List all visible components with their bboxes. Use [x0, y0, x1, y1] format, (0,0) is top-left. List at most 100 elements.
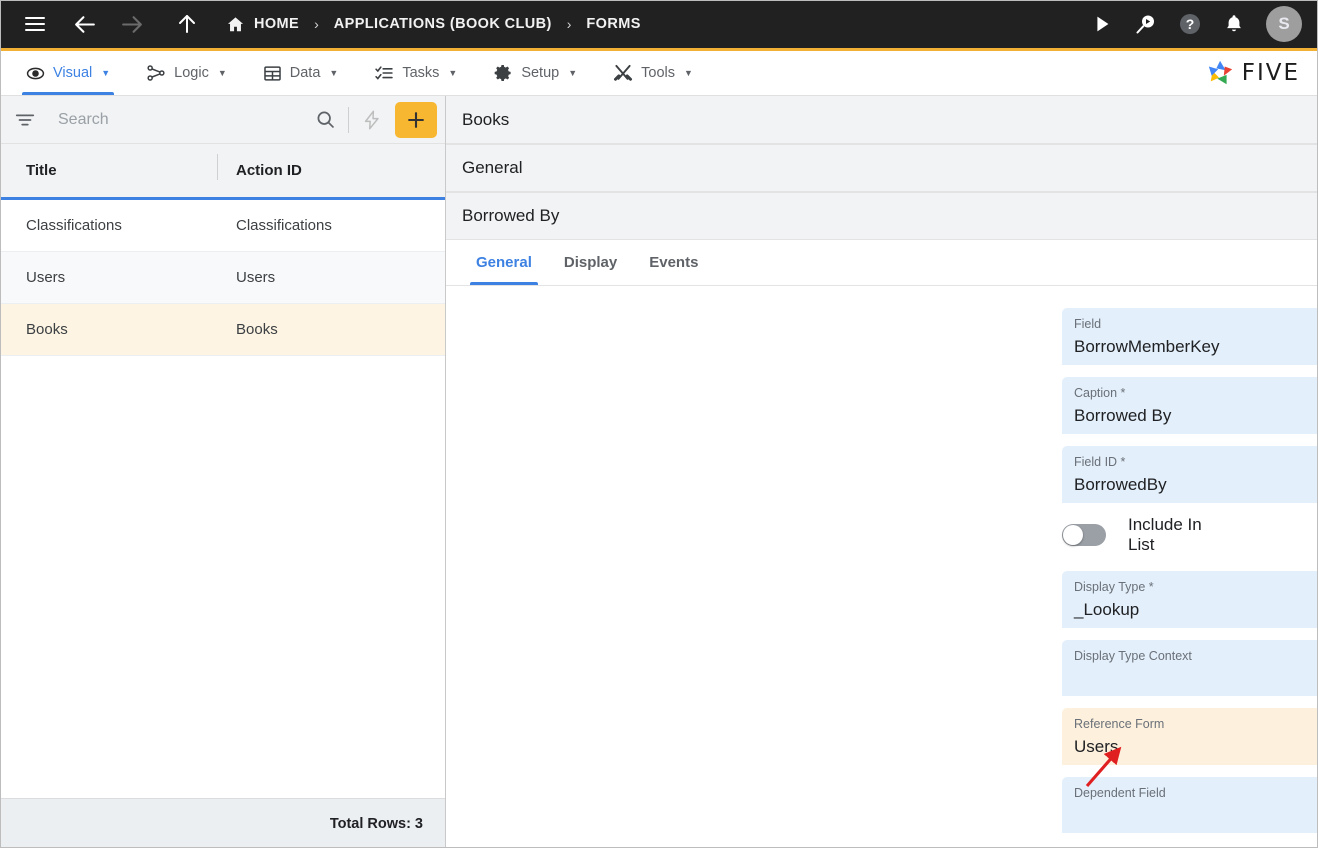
include-in-list-toggle[interactable]: [1062, 524, 1106, 546]
menu-label-logic: Logic: [174, 65, 209, 81]
tab-label-display: Display: [563, 254, 618, 271]
tab-display[interactable]: Display: [548, 240, 633, 285]
column-header-action-id[interactable]: Action ID: [218, 162, 302, 179]
panel-header-borrowed-by: Borrowed By: [446, 192, 1318, 240]
field-value: _Lookup: [1074, 600, 1140, 619]
menu-label-setup: Setup: [521, 65, 560, 81]
menu-label-tasks: Tasks: [402, 65, 440, 81]
five-logo-mark-icon: [1206, 59, 1236, 87]
eye-icon: [26, 64, 45, 83]
filter-icon[interactable]: [14, 109, 36, 131]
form-row-caption: Caption * Borrowed By ?: [446, 377, 1318, 434]
flow-nodes-icon: [146, 63, 166, 83]
panel-header-general: General: [446, 144, 1318, 192]
topbar-actions: ? S: [1082, 4, 1318, 44]
cell-action-id: Books: [236, 321, 278, 338]
checklist-icon: [374, 63, 394, 83]
form-scroll-area: Field BorrowMemberKey ?: [446, 286, 1318, 848]
table-row[interactable]: Users Users: [0, 252, 445, 304]
cell-title: Classifications: [26, 217, 122, 234]
back-arrow-icon[interactable]: [68, 7, 102, 41]
menu-label-data: Data: [289, 65, 321, 81]
search-toolbar: [0, 96, 445, 144]
add-button[interactable]: [395, 101, 437, 138]
breadcrumb-item-home[interactable]: HOME: [226, 15, 299, 34]
search-input[interactable]: [36, 110, 308, 129]
five-logo: FIVE: [1206, 51, 1318, 95]
chevron-down-icon: ▼: [217, 68, 227, 78]
notifications-bell-icon[interactable]: [1214, 4, 1254, 44]
tab-events[interactable]: Events: [633, 240, 714, 285]
column-header-title[interactable]: Title: [0, 154, 218, 180]
breadcrumb-label-home: HOME: [254, 16, 300, 32]
display-type-context-input[interactable]: Display Type Context: [1062, 640, 1318, 696]
field-id-input[interactable]: Field ID * BorrowedBy: [1062, 446, 1318, 503]
lightning-bolt-icon[interactable]: [355, 109, 389, 131]
menu-item-logic[interactable]: Logic ▼: [130, 51, 243, 95]
include-in-list-label: Include In List: [1128, 515, 1202, 554]
menu-item-visual[interactable]: Visual ▼: [10, 51, 126, 95]
menu-item-setup[interactable]: Setup ▼: [477, 51, 593, 95]
menu-item-data[interactable]: Data ▼: [247, 51, 355, 95]
field-label: Field ID *: [1074, 455, 1126, 469]
search-run-icon[interactable]: [1126, 4, 1166, 44]
chevron-down-icon: ▼: [101, 68, 111, 78]
table-row[interactable]: Classifications Classifications: [0, 200, 445, 252]
hamburger-menu-icon[interactable]: [18, 7, 52, 41]
tools-cross-icon: [613, 63, 633, 83]
table-row-selected[interactable]: Books Books: [0, 304, 445, 356]
main-body: Title Action ID Classifications Classifi…: [0, 96, 1318, 848]
up-arrow-icon[interactable]: [170, 7, 204, 41]
breadcrumb-separator: ›: [314, 16, 319, 32]
breadcrumb-item-applications[interactable]: APPLICATIONS (BOOK CLUB): [334, 16, 552, 32]
tab-general[interactable]: General: [460, 240, 548, 285]
menu-item-tools[interactable]: Tools ▼: [597, 51, 709, 95]
cell-title: Users: [26, 269, 66, 286]
table-body: Classifications Classifications Users Us…: [0, 200, 445, 798]
main-menu-bar: Visual ▼ Logic ▼ Data ▼ Tasks ▼ Setup ▼ …: [0, 48, 1318, 96]
display-type-select[interactable]: Display Type * _Lookup <>: [1062, 571, 1318, 628]
avatar[interactable]: S: [1266, 6, 1302, 42]
breadcrumb: HOME › APPLICATIONS (BOOK CLUB) › FORMS: [226, 15, 641, 34]
field-value: Borrowed By: [1074, 406, 1172, 425]
tab-label-general: General: [476, 254, 532, 271]
forward-arrow-icon[interactable]: [114, 7, 148, 41]
svg-text:?: ?: [1186, 16, 1195, 32]
menu-label-visual: Visual: [53, 65, 93, 81]
panel-title-general: General: [462, 158, 523, 177]
caption-input[interactable]: Caption * Borrowed By: [1062, 377, 1318, 434]
reference-form-select[interactable]: Reference Form Users <>: [1062, 708, 1318, 765]
field-label: Reference Form: [1074, 717, 1165, 731]
search-icon[interactable]: [308, 109, 342, 130]
form-row-display-type: Display Type * _Lookup <>: [446, 571, 1318, 628]
field-select[interactable]: Field BorrowMemberKey: [1062, 308, 1318, 365]
field-value: BorrowMemberKey: [1074, 337, 1220, 356]
menu-item-tasks[interactable]: Tasks ▼: [358, 51, 473, 95]
panel-header-books: Books: [446, 96, 1318, 144]
cell-action-id: Classifications: [236, 217, 332, 234]
tab-label-events: Events: [649, 254, 699, 271]
top-navigation-bar: HOME › APPLICATIONS (BOOK CLUB) › FORMS: [0, 0, 1318, 48]
toolbar-divider: [348, 106, 349, 133]
left-list-panel: Title Action ID Classifications Classifi…: [0, 96, 446, 848]
field-label: Caption *: [1074, 386, 1126, 400]
total-rows-label: Total Rows: 3: [0, 798, 445, 848]
form-content: Field BorrowMemberKey ?: [446, 286, 1318, 848]
field-label: Field: [1074, 317, 1102, 331]
chevron-down-icon: ▼: [448, 68, 458, 78]
application-window: HOME › APPLICATIONS (BOOK CLUB) › FORMS: [0, 0, 1318, 848]
run-play-icon[interactable]: [1082, 4, 1122, 44]
cell-title: Books: [26, 321, 68, 338]
breadcrumb-item-forms[interactable]: FORMS: [586, 16, 640, 32]
home-icon: [226, 15, 245, 34]
panel-title-borrowed-by: Borrowed By: [462, 206, 560, 225]
field-value: BorrowedBy: [1074, 475, 1167, 494]
help-circle-icon[interactable]: ?: [1170, 4, 1210, 44]
chevron-down-icon: ▼: [568, 68, 578, 78]
field-label: Dependent Field: [1074, 786, 1166, 800]
form-row-field-id: Field ID * BorrowedBy ?: [446, 446, 1318, 503]
form-row-reference-form: Reference Form Users <>: [446, 708, 1318, 765]
gear-icon: [493, 63, 513, 83]
dependent-field-select[interactable]: Dependent Field: [1062, 777, 1318, 833]
form-row-field: Field BorrowMemberKey ?: [446, 308, 1318, 365]
